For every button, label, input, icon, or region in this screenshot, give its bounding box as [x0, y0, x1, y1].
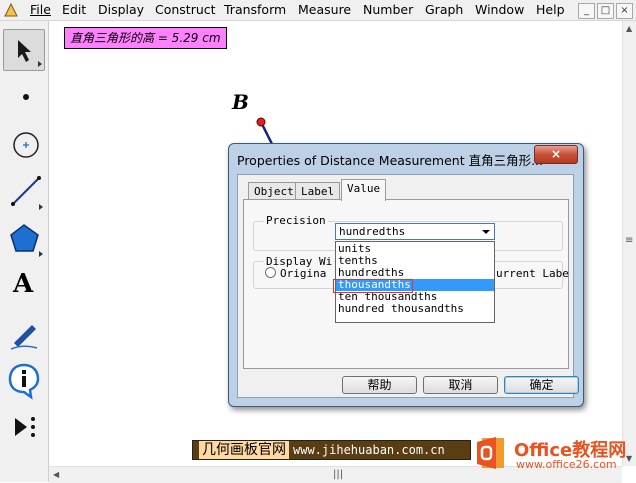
- office-logo: Office教程网 www.office26.com: [470, 432, 636, 474]
- tool-menu-indicator: [39, 204, 43, 210]
- scroll-left-icon[interactable]: ◀: [53, 470, 59, 479]
- dialog-close-button[interactable]: ×: [534, 145, 578, 164]
- menu-measure[interactable]: Measure: [298, 2, 351, 17]
- tool-menu-indicator: [38, 61, 42, 67]
- scroll-up-icon[interactable]: ▲: [626, 24, 632, 33]
- precision-selected-value: hundredths: [339, 225, 406, 238]
- circle-icon: [13, 132, 39, 158]
- play-custom-icon: [15, 417, 35, 437]
- toolbox: A: [0, 21, 49, 482]
- tab-value[interactable]: Value: [341, 179, 387, 201]
- text-tool[interactable]: A: [3, 265, 45, 307]
- app-icon: [4, 2, 18, 17]
- compass-tool[interactable]: [3, 124, 45, 166]
- dialog-body: Object Label Value Precision Display Wi …: [237, 174, 579, 398]
- site-watermark: 几何画板官网 www.jihehuaban.com.cn: [192, 440, 471, 460]
- menu-graph[interactable]: Graph: [425, 2, 463, 17]
- restore-button[interactable]: □: [597, 3, 614, 19]
- cancel-button[interactable]: 取消: [423, 376, 498, 394]
- text-a-icon: A: [13, 269, 34, 299]
- scroll-thumb-grip[interactable]: |||: [333, 469, 343, 480]
- point-icon: [23, 94, 29, 100]
- watermark-url: www.jihehuaban.com.cn: [293, 443, 445, 457]
- menu-help[interactable]: Help: [536, 2, 565, 17]
- close-icon: ×: [550, 147, 562, 161]
- info-icon: [8, 363, 40, 400]
- vertical-scrollbar[interactable]: ▲ ▼ ≡: [622, 21, 636, 466]
- polygon-tool[interactable]: [3, 218, 45, 260]
- menu-number[interactable]: Number: [363, 2, 413, 17]
- highlight-annotation-box: [333, 279, 413, 293]
- tool-menu-indicator: [39, 251, 43, 257]
- dialog-title: Properties of Distance Measurement 直角三角形…: [237, 153, 544, 168]
- straightedge-tool[interactable]: [3, 171, 45, 213]
- menu-file[interactable]: File: [30, 2, 51, 17]
- tab-object[interactable]: Object: [248, 182, 300, 200]
- menu-bar: File Edit Display Construct Transform Me…: [0, 0, 636, 21]
- ok-button[interactable]: 确定: [504, 376, 579, 394]
- minimize-button[interactable]: _: [578, 3, 595, 19]
- information-tool[interactable]: [3, 359, 45, 401]
- precision-group-title: Precision: [264, 214, 328, 227]
- scroll-thumb-grip[interactable]: ≡: [625, 235, 633, 246]
- chevron-down-icon: [482, 230, 490, 234]
- current-label-text: urrent Labe: [496, 267, 569, 280]
- select-arrow-tool[interactable]: [3, 29, 45, 71]
- menu-transform[interactable]: Transform: [224, 2, 286, 17]
- menu-edit[interactable]: Edit: [62, 2, 86, 17]
- tab-label[interactable]: Label: [295, 182, 341, 200]
- point-tool[interactable]: [3, 77, 45, 119]
- menu-display[interactable]: Display: [98, 2, 144, 17]
- precision-select[interactable]: hundredths: [335, 223, 495, 240]
- help-button[interactable]: 帮助: [342, 376, 417, 394]
- marker-tool[interactable]: [3, 312, 45, 354]
- custom-tools[interactable]: [3, 406, 45, 448]
- close-window-button[interactable]: ×: [616, 3, 633, 19]
- menu-construct[interactable]: Construct: [155, 2, 216, 17]
- marker-pen-icon: [10, 325, 38, 350]
- point-b-label[interactable]: B: [232, 90, 249, 114]
- properties-dialog: Properties of Distance Measurement 直角三角形…: [228, 143, 584, 407]
- office-logo-icon: [477, 437, 504, 469]
- precision-option-hundred-thousandths[interactable]: hundred thousandths: [336, 303, 494, 315]
- original-units-radio[interactable]: [265, 267, 276, 278]
- watermark-cn-text: 几何画板官网: [199, 441, 289, 459]
- radio-original-label: Origina: [280, 267, 327, 280]
- menu-window[interactable]: Window: [475, 2, 524, 17]
- measurement-label[interactable]: 直角三角形的高 = 5.29 cm: [64, 27, 227, 49]
- office-logo-url: www.office26.com: [516, 458, 617, 471]
